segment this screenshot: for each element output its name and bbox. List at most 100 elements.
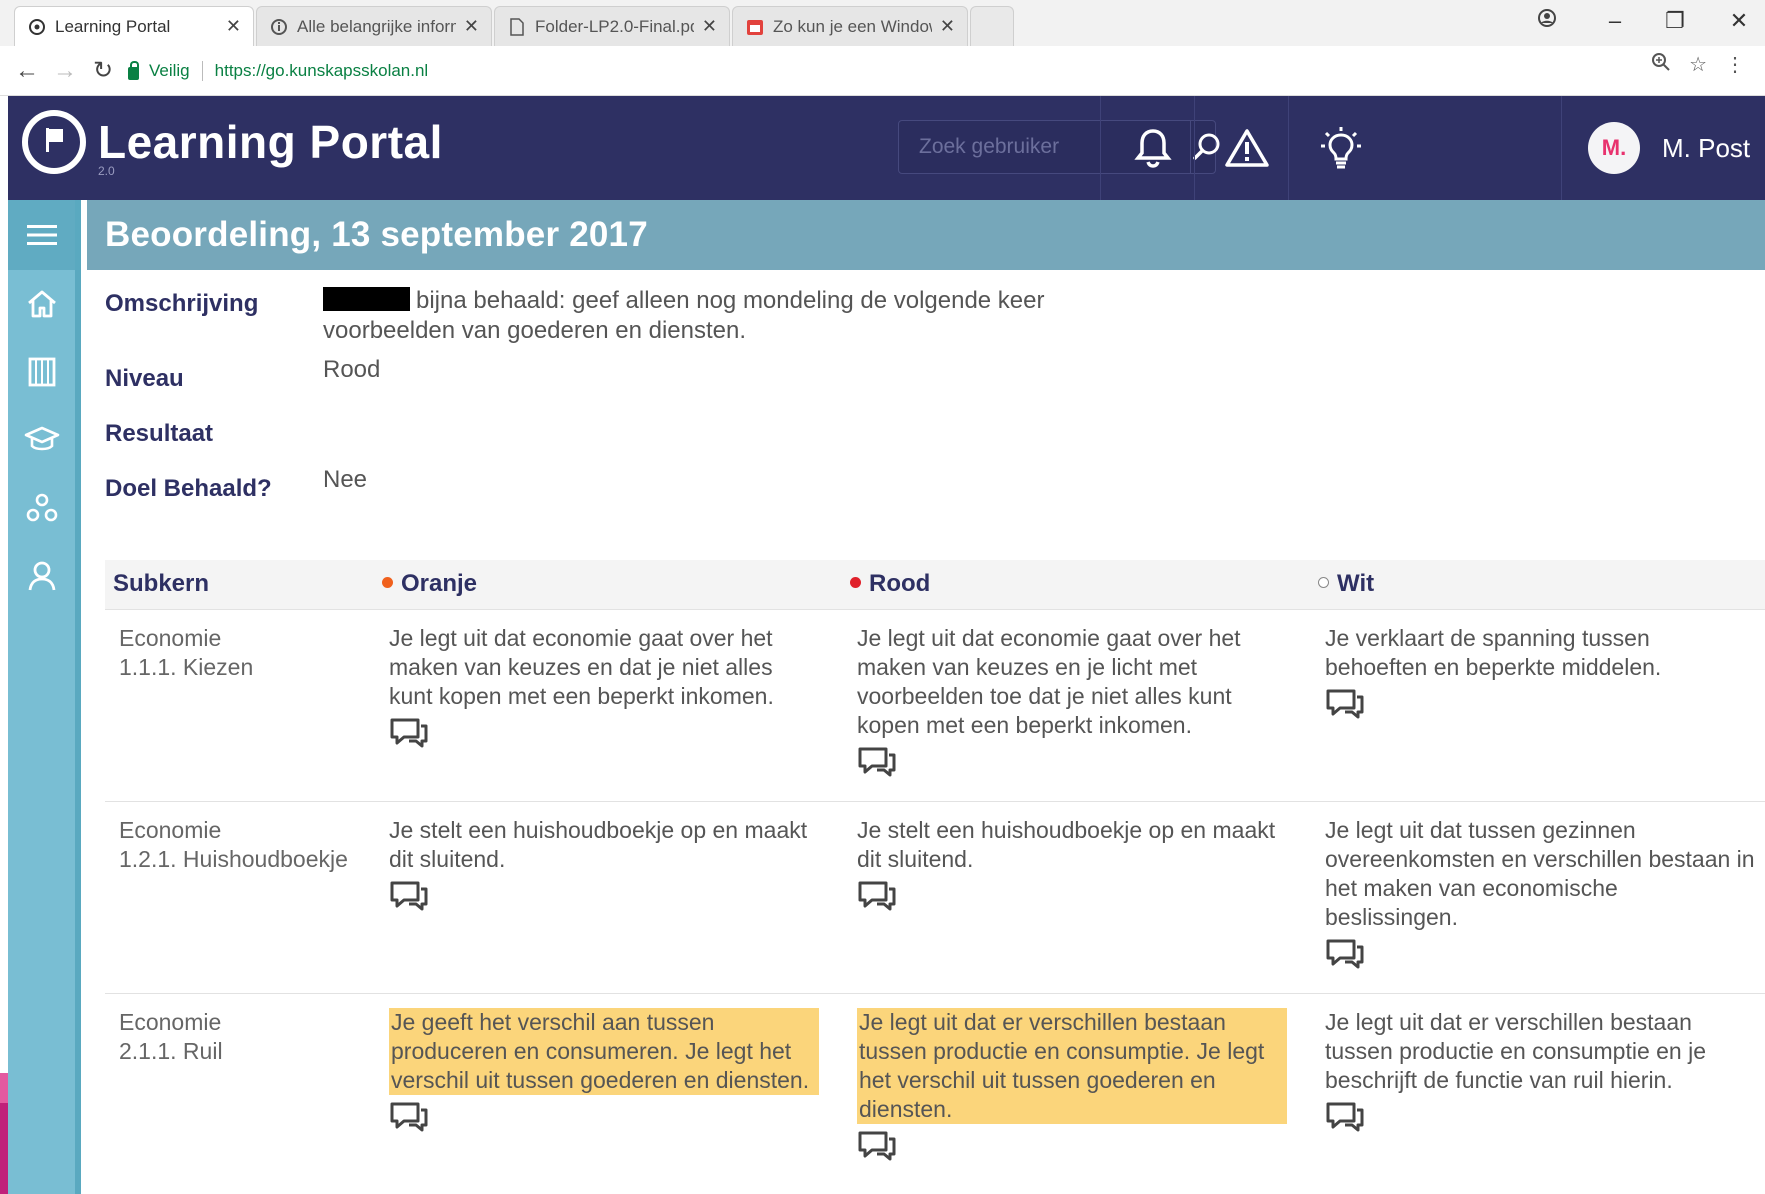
niveau-value: Rood [323,356,381,383]
tab-title: Folder-LP2.0-Final.pdf [535,16,694,36]
criterion-text: Je stelt een huishoudboekje op en maakt … [857,817,1276,872]
warning-icon [1224,129,1269,167]
comment-icon[interactable] [389,717,429,749]
menu-toggle-button[interactable] [8,200,75,270]
column-header-subkern: Subkern [113,570,210,597]
lightbulb-icon [1320,127,1361,169]
close-tab-icon[interactable]: ✕ [464,16,479,37]
subkern-code: 2.1.1. Ruil [119,1038,223,1064]
comment-icon[interactable] [1325,688,1365,720]
app-header: Learning Portal 2.0 M. M. Post [8,96,1765,200]
sidebar [8,200,81,1194]
sidebar-item-courses[interactable] [8,338,75,406]
tab-title: Zo kun je een Windows- [773,16,932,36]
criterion-cell-oranje-highlighted[interactable]: Je geeft het verschil aan tussen produce… [389,1008,819,1133]
column-label: Wit [1337,570,1375,597]
doel-behaald-value: Nee [323,466,368,493]
back-arrow-icon[interactable]: ← [12,56,42,86]
user-menu[interactable]: M. M. Post [1561,96,1765,200]
subkern-cell: Economie 1.1.1. Kiezen [119,624,349,682]
browser-menu-icon[interactable]: ⋮ [1725,52,1745,78]
browser-tab-windows[interactable]: Zo kun je een Windows- ✕ [732,6,968,46]
criterion-cell-wit[interactable]: Je legt uit dat er verschillen bestaan t… [1325,1008,1755,1133]
close-window-icon[interactable]: ✕ [1724,8,1754,34]
criterion-cell-rood[interactable]: Je legt uit dat economie gaat over het m… [857,624,1287,778]
omschrijving-line1: bijna behaald: geef alleen nog mondeling… [416,287,1045,314]
criterion-text: Je verklaart de spanning tussen behoefte… [1325,625,1662,680]
close-tab-icon[interactable]: ✕ [226,16,241,37]
profile-icon[interactable] [1532,8,1562,34]
browser-tab-learning-portal[interactable]: Learning Portal ✕ [14,6,254,46]
criterion-text: Je legt uit dat er verschillen bestaan t… [1325,1009,1707,1093]
close-tab-icon[interactable]: ✕ [702,16,717,37]
page-title-bar: Beoordeling, 13 september 2017 [87,200,1765,270]
table-header: Subkern Oranje Rood Wit [105,560,1765,610]
graduation-cap-icon [24,426,59,451]
browser-tab-alle-belangrijke[interactable]: Alle belangrijke informat ✕ [256,6,492,46]
app-version: 2.0 [98,164,115,178]
criterion-cell-oranje[interactable]: Je stelt een huishoudboekje op en maakt … [389,816,819,912]
level-dot-orange [382,577,393,588]
criterion-cell-rood[interactable]: Je stelt een huishoudboekje op en maakt … [857,816,1287,912]
subkern-domain: Economie [119,817,222,843]
criterion-text: Je legt uit dat tussen gezinnen overeenk… [1325,817,1755,930]
bell-icon [1133,129,1172,168]
omschrijving-value: bijna behaald: geef alleen nog mondeling… [323,286,1083,346]
omnibox-actions: ☆ ⋮ [1651,52,1745,78]
omschrijving-label: Omschrijving [105,290,259,317]
subkern-code: 1.2.1. Huishoudboekje [119,846,348,872]
bookmark-star-icon[interactable]: ☆ [1689,52,1707,78]
criterion-text-highlighted: Je geeft het verschil aan tussen produce… [389,1008,819,1095]
info-favicon-icon [269,17,289,37]
column-header-wit: Wit [1318,570,1374,598]
column-label: Rood [869,570,931,597]
criterion-text-highlighted: Je legt uit dat er verschillen bestaan t… [857,1008,1287,1124]
column-header-rood: Rood [850,570,930,598]
alerts-button[interactable] [1194,96,1298,200]
subkern-domain: Economie [119,625,222,651]
criterion-text: Je legt uit dat economie gaat over het m… [857,625,1241,738]
page-title: Beoordeling, 13 september 2017 [105,215,648,254]
comment-icon[interactable] [1325,938,1365,970]
doel-behaald-label: Doel Behaald? [105,475,272,502]
app-logo[interactable]: Learning Portal [22,110,443,174]
zoom-icon[interactable] [1651,52,1671,78]
forward-arrow-icon[interactable]: → [50,56,80,86]
comment-icon[interactable] [857,746,897,778]
criterion-cell-rood-highlighted[interactable]: Je legt uit dat er verschillen bestaan t… [857,1008,1287,1162]
subkern-domain: Economie [119,1009,222,1035]
browser-tab-folder-pdf[interactable]: Folder-LP2.0-Final.pdf ✕ [494,6,730,46]
comment-icon[interactable] [1325,1101,1365,1133]
criterion-cell-wit[interactable]: Je verklaart de spanning tussen behoefte… [1325,624,1755,720]
criterion-cell-oranje[interactable]: Je legt uit dat economie gaat over het m… [389,624,819,749]
ideas-button[interactable] [1288,96,1392,200]
comment-icon[interactable] [857,1130,897,1162]
restore-icon[interactable]: ❐ [1660,8,1690,34]
reload-icon[interactable]: ↻ [88,56,118,86]
home-icon [27,290,56,318]
close-tab-icon[interactable]: ✕ [940,16,955,37]
sidebar-item-groups[interactable] [8,474,75,542]
comment-icon[interactable] [857,880,897,912]
level-dot-red [850,577,861,588]
url-field[interactable]: Veilig https://go.kunskapsskolan.nl [128,54,1738,88]
sidebar-item-home[interactable] [8,270,75,338]
column-label: Oranje [401,570,478,597]
criterion-cell-wit[interactable]: Je legt uit dat tussen gezinnen overeenk… [1325,816,1755,970]
network-icon [26,493,57,522]
secure-indicator[interactable]: Veilig [128,60,190,81]
notifications-button[interactable] [1100,96,1204,200]
redacted-name [323,287,410,311]
omschrijving-line2: voorbeelden van goederen en diensten. [323,317,746,344]
omnibox-divider [201,61,203,81]
comment-icon[interactable] [389,880,429,912]
sidebar-item-education[interactable] [8,406,75,474]
learning-portal-favicon-icon [27,17,47,37]
sidebar-item-profile[interactable] [8,542,75,610]
edge-strip-light [0,1073,8,1103]
minimize-icon[interactable]: – [1600,8,1630,34]
table-row: Economie 1.2.1. Huishoudboekje Je stelt … [105,802,1765,994]
new-tab-button[interactable] [970,6,1014,46]
comment-icon[interactable] [389,1101,429,1133]
logo-flag-icon [22,110,86,174]
